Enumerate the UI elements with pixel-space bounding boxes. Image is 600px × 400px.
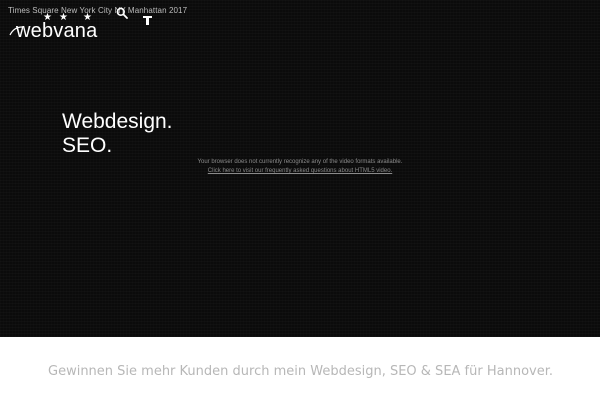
headline-line-webdesign: Webdesign.: [62, 110, 173, 133]
logo-text: webvana: [16, 20, 98, 42]
video-caption: Times Square New York City NY Manhattan …: [8, 6, 188, 15]
hero-headline: Webdesign. SEO.: [62, 110, 173, 158]
cursor-icon: [142, 13, 160, 25]
video-unsupported-text: Your browser does not currently recogniz…: [197, 159, 403, 165]
search-icon[interactable]: [116, 6, 128, 19]
video-fallback-message: Your browser does not currently recogniz…: [0, 158, 600, 176]
headline-line-seo: SEO.: [62, 134, 113, 157]
intro-section: Gewinnen Sie mehr Kunden durch mein Webd…: [0, 337, 600, 400]
video-faq-link[interactable]: Click here to visit our frequently asked…: [208, 168, 392, 174]
hero-video-section: Times Square New York City NY Manhattan …: [0, 0, 600, 337]
intro-tagline: Gewinnen Sie mehr Kunden durch mein Webd…: [48, 364, 553, 379]
